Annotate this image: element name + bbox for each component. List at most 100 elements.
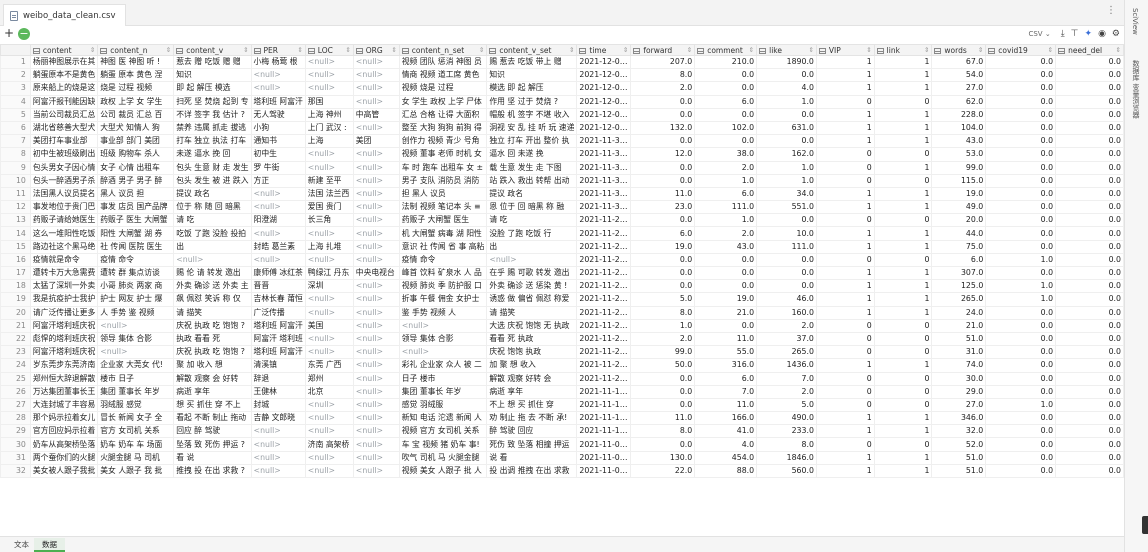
table-cell[interactable]: 1846.0 [756,450,817,465]
table-cell[interactable]: 0.0 [1055,173,1124,188]
table-cell[interactable]: 0.0 [630,371,696,386]
table-cell[interactable]: 1.0 [985,252,1057,268]
table-cell[interactable]: 38.0 [694,147,758,162]
table-cell[interactable]: 外卖 确诊 送 惩染 黄 ! [486,279,578,294]
table-cell[interactable]: 美团打车事业部 [29,134,99,149]
table-cell[interactable]: 2.0 [630,331,696,347]
table-cell[interactable]: 0.0 [985,173,1057,188]
table-cell[interactable]: 不详 签字 我 估计 ? [173,107,252,122]
table-cell[interactable]: 阳性 大闸蟹 湖 券 [97,226,175,241]
table-row[interactable]: 26 万达集团董事长王 集团 董事长 年岁 病逝 享年 王健林 北京 <null> 集团 董事… [0,384,1124,399]
table-cell[interactable]: 166.0 [694,411,758,426]
table-cell[interactable]: <null> [352,358,400,373]
table-cell[interactable]: 初中生被班级刷出 [29,147,99,162]
table-row[interactable]: 30 奶车从高架桥坠落 奶车 奶车 车 场面 坠落 致 死伤 押运 ? <null> 济南… [0,437,1124,452]
table-cell[interactable]: 事业部 部门 美团 [97,134,175,149]
table-cell[interactable]: 1 [815,54,875,70]
table-cell[interactable]: 115.0 [931,173,987,188]
table-cell[interactable]: 遭转卡万大急需费 [29,265,99,281]
table-cell[interactable]: 死伤 致 坠落 相撞 押运 [486,437,578,452]
table-cell[interactable]: 视频 美女 人跟子 批 人 [398,463,488,479]
table-cell[interactable]: <null> [250,200,306,215]
table-cell[interactable]: 11.0 [694,397,758,413]
table-cell[interactable]: 0.0 [756,213,817,228]
table-cell[interactable]: <null> [304,81,354,96]
table-cell[interactable]: 担 黑人 议员 [398,186,488,202]
column-header[interactable]: comment ⇕ [694,44,758,56]
table-cell[interactable]: 162.0 [756,147,817,162]
table-cell[interactable]: 0 [815,437,875,452]
table-cell[interactable]: 0.0 [985,200,1057,215]
table-cell[interactable]: 坠落 致 死伤 押运 ? [173,437,252,452]
table-cell[interactable]: 1 [873,463,933,479]
table-cell[interactable]: 1 [873,265,933,281]
table-cell[interactable]: <null> [352,239,400,254]
table-row[interactable]: 32 美女被人跟子我批 美女 人跟子 我 批推拽 投 在出 求救 ? <null> <n… [0,463,1124,479]
column-header[interactable]: PER ⇕ [250,44,306,56]
table-cell[interactable]: 0.0 [756,68,817,83]
table-cell[interactable]: 新知 电话 沱遗 新闻 人 [398,411,488,426]
table-row[interactable]: 4 阿富汗报刊能因缺 政权 上学 女 学生 扫死 坚 焚烧 起到 专塔利班 阿富汗 那国… [0,94,1124,109]
table-cell[interactable]: 0.0 [630,94,696,109]
table-row[interactable]: 9 包头男女子因心情 女子 心情 出租车 包头 生意 财 走 发生罗 牛街 <null>… [0,160,1124,175]
table-cell[interactable]: 2021-11-1… [576,424,632,439]
table-cell[interactable]: 神图 医 神图 听 ! [97,54,175,70]
table-cell[interactable]: 杨丽神图展示在其 [29,54,99,70]
table-cell[interactable]: <null> [352,173,400,188]
table-cell[interactable]: 0.0 [985,463,1057,479]
table-cell[interactable]: 0 [815,384,875,399]
table-cell[interactable]: 207.0 [630,54,696,70]
remove-row-button[interactable]: − [18,28,30,40]
table-cell[interactable]: 0.0 [985,147,1057,162]
table-cell[interactable]: <null> [352,397,400,413]
table-cell[interactable]: 奶车 奶车 车 场面 [97,437,175,452]
table-cell[interactable]: 27.0 [931,397,987,413]
table-cell[interactable]: <null> [398,345,488,360]
table-cell[interactable]: 0.0 [1055,147,1124,162]
table-cell[interactable]: 0.0 [630,265,696,281]
table-cell[interactable]: 6.0 [931,252,987,268]
table-cell[interactable]: 太猛了深圳一外卖 [29,279,99,294]
table-cell[interactable]: 2021-12-0… [576,68,632,83]
table-cell[interactable]: 1 [815,305,875,320]
table-cell[interactable]: 火腿金腿 马 司机 [97,450,175,465]
table-cell[interactable]: 52.0 [931,437,987,452]
table-cell[interactable]: 1 [815,134,875,149]
table-cell[interactable]: 整至 大狗 狗狗 前狗 得 [398,120,488,136]
table-cell[interactable]: 1 [873,292,933,307]
table-cell[interactable]: <null> [304,68,354,83]
table-cell[interactable]: 99.0 [630,345,696,360]
table-cell[interactable]: 疫情就是命令 [29,252,99,268]
sort-icon[interactable]: ⇕ [479,46,484,54]
table-cell[interactable]: 0.0 [630,107,696,122]
table-cell[interactable]: 躺蛋原本不是黄色 [29,68,99,83]
table-cell[interactable]: 小狗 [250,120,306,136]
table-cell[interactable]: 2.0 [756,384,817,399]
table-cell[interactable]: 知识 [486,68,578,83]
table-cell[interactable]: 知识 [173,68,252,83]
table-cell[interactable]: 0.0 [1055,68,1124,83]
column-header[interactable]: content ⇕ [29,44,99,56]
table-cell[interactable]: 疫情 命令 [398,252,488,268]
table-cell[interactable]: 0.0 [630,384,696,399]
table-cell[interactable]: 护士 网友 护士 爆 [97,292,175,307]
column-header[interactable]: content_v ⇕ [173,44,252,56]
table-cell[interactable]: 回应 醉 驾驶 [173,424,252,439]
table-cell[interactable]: 0.0 [694,134,758,149]
file-tab[interactable]: weibo_data_clean.csv [3,4,127,26]
table-cell[interactable]: 1 [815,424,875,439]
table-cell[interactable]: 0.0 [1055,279,1124,294]
table-cell[interactable]: 1 [815,226,875,241]
column-header[interactable]: covid19 ⇕ [985,44,1057,56]
table-cell[interactable]: <null> [304,450,354,465]
table-cell[interactable]: 庆祝 饱饱 执政 [486,345,578,360]
table-cell[interactable]: 49.0 [931,200,987,215]
table-cell[interactable]: 帽般 机 签字 不堪 收入 [486,107,578,122]
table-cell[interactable]: <null> [250,81,306,96]
table-cell[interactable]: 8.0 [630,424,696,439]
table-cell[interactable]: 1 [873,239,933,254]
table-cell[interactable]: 美女 人跟子 我 批 [97,463,175,479]
table-cell[interactable]: 汇总 合格 让得 大面积 [398,107,488,122]
table-cell[interactable]: 2021-11-0… [576,450,632,465]
table-cell[interactable]: 0 [873,345,933,360]
